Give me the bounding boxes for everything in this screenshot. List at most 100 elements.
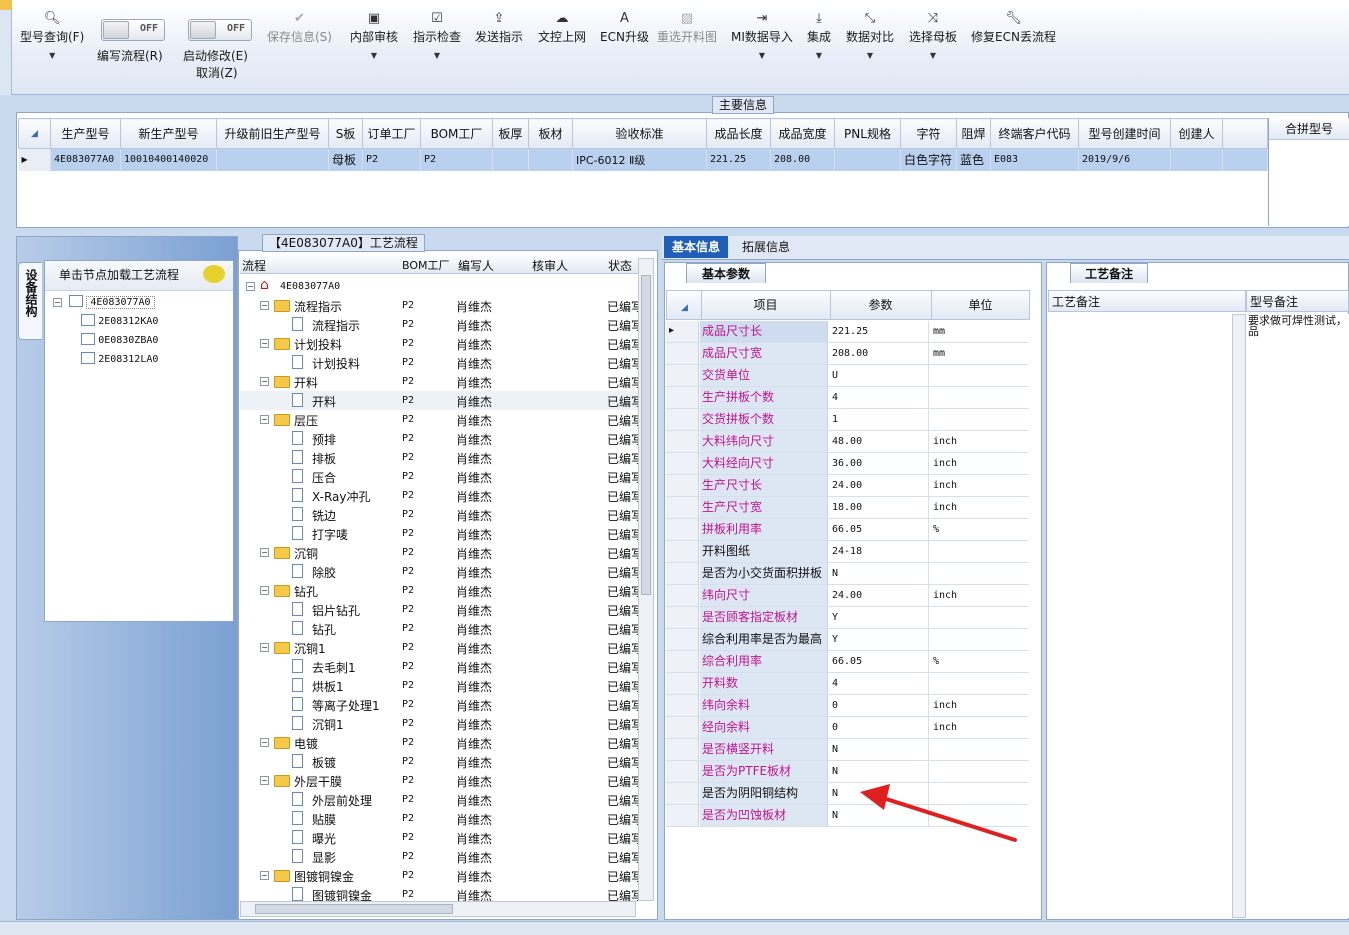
flow-hscroll[interactable] — [240, 901, 636, 917]
param-row[interactable]: 成品尺寸宽 208.00 mm — [666, 343, 1029, 365]
data-compare-button[interactable]: ⤡ 数据对比 ▼ — [846, 10, 894, 60]
cell-bom-factory[interactable]: P2 — [420, 148, 493, 171]
save-button[interactable]: ✔ 保存信息(S) — [267, 10, 332, 45]
param-value[interactable]: 24-18 — [829, 541, 929, 562]
scroll-thumb[interactable] — [255, 904, 453, 914]
param-unit[interactable]: inch — [930, 431, 1028, 452]
flow-row[interactable]: 图镀铜镍金 P2 肖维杰 已编写 — [240, 885, 638, 901]
fix-ecn-button[interactable]: 🔧︎ 修复ECN丢流程 — [971, 10, 1056, 45]
row-selector[interactable] — [666, 739, 699, 760]
notes-vscroll[interactable] — [1232, 314, 1246, 918]
param-value[interactable]: 4 — [829, 673, 929, 694]
flow-row[interactable]: − 计划投料 P2 肖维杰 已编写 — [240, 334, 638, 353]
param-value[interactable]: Y — [829, 607, 929, 628]
param-row[interactable]: 开料图纸 24-18 — [666, 541, 1029, 563]
select-master-button[interactable]: ⤨ 选择母板 ▼ — [909, 10, 957, 60]
tab-equipment-structure[interactable]: 设备结构 — [18, 262, 42, 340]
row-selector[interactable] — [666, 343, 699, 364]
flow-row[interactable]: 预排 P2 肖维杰 已编写 — [240, 429, 638, 448]
param-value[interactable]: 24.00 — [829, 585, 929, 606]
tab-extended-info[interactable]: 拓展信息 — [734, 236, 798, 258]
param-unit[interactable] — [930, 387, 1028, 408]
param-row[interactable]: 生产尺寸宽 18.00 inch — [666, 497, 1029, 519]
cell-length[interactable]: 221.25 — [706, 148, 771, 171]
param-row[interactable]: 开料数 4 — [666, 673, 1029, 695]
collapse-icon[interactable]: − — [260, 586, 269, 595]
integrate-button[interactable]: ⤓ 集成 ▼ — [807, 10, 831, 60]
param-unit[interactable]: inch — [930, 497, 1028, 518]
collapse-icon[interactable]: − — [260, 415, 269, 424]
param-value[interactable]: N — [829, 563, 929, 584]
row-selector[interactable] — [666, 475, 699, 496]
row-selector[interactable] — [666, 695, 699, 716]
col-creator[interactable]: 创建人 — [1170, 118, 1223, 149]
cell-customer[interactable]: E083 — [990, 148, 1079, 171]
row-selector-header[interactable]: ◢ — [681, 303, 688, 313]
param-unit[interactable]: % — [930, 651, 1028, 672]
col-item[interactable]: 项目 — [701, 291, 829, 319]
param-row[interactable]: 大料经向尺寸 36.00 inch — [666, 453, 1029, 475]
col-created[interactable]: 型号创建时间 — [1078, 118, 1171, 149]
flow-row[interactable]: − 外层干膜 P2 肖维杰 已编写 — [240, 771, 638, 790]
flow-row[interactable]: − 沉铜1 P2 肖维杰 已编写 — [240, 638, 638, 657]
param-row[interactable]: 生产拼板个数 4 — [666, 387, 1029, 409]
param-unit[interactable]: inch — [930, 695, 1028, 716]
param-unit[interactable] — [930, 629, 1028, 650]
chevron-down-icon[interactable]: ▼ — [846, 51, 894, 60]
cell-width[interactable]: 208.00 — [770, 148, 835, 171]
col-length[interactable]: 成品长度 — [706, 118, 771, 149]
col-writer[interactable]: 编写人 — [458, 257, 494, 274]
col-thickness[interactable]: 板厚 — [492, 118, 529, 149]
flow-row[interactable]: − ⌂ 4E083077A0 — [240, 277, 638, 296]
flow-row[interactable]: 流程指示 P2 肖维杰 已编写 — [240, 315, 638, 334]
flow-row[interactable]: 显影 P2 肖维杰 已编写 — [240, 847, 638, 866]
model-notes-field[interactable]: 要求做可焊性测试，品 — [1246, 314, 1349, 918]
param-row[interactable]: 是否横竖开料 N — [666, 739, 1029, 761]
param-unit[interactable] — [930, 541, 1028, 562]
write-flow-toggle[interactable]: OFF — [101, 19, 165, 41]
flow-row[interactable]: 外层前处理 P2 肖维杰 已编写 — [240, 790, 638, 809]
row-selector[interactable] — [666, 497, 699, 518]
param-unit[interactable]: inch — [930, 475, 1028, 496]
collapse-icon[interactable]: − — [246, 282, 255, 291]
cell-s-board[interactable]: 母板 — [328, 148, 363, 171]
param-unit[interactable]: inch — [930, 585, 1028, 606]
flow-row[interactable]: 除胶 P2 肖维杰 已编写 — [240, 562, 638, 581]
col-mask[interactable]: 阻焊 — [956, 118, 991, 149]
cell-new-model[interactable]: 10010400140020 — [120, 148, 217, 171]
flow-row[interactable]: 计划投料 P2 肖维杰 已编写 — [240, 353, 638, 372]
enable-edit-toggle[interactable]: OFF — [188, 19, 252, 41]
row-selector[interactable] — [666, 629, 699, 650]
chevron-down-icon[interactable]: ▼ — [350, 51, 398, 60]
row-selector[interactable] — [666, 761, 699, 782]
flow-row[interactable]: − 钻孔 P2 肖维杰 已编写 — [240, 581, 638, 600]
param-row[interactable]: 拼板利用率 66.05% — [666, 519, 1029, 541]
row-selector[interactable] — [666, 717, 699, 738]
ecn-upgrade-button[interactable]: A ECN升级 — [600, 10, 649, 45]
param-value[interactable]: U — [829, 365, 929, 386]
param-unit[interactable] — [930, 409, 1028, 430]
row-selector[interactable] — [666, 365, 699, 386]
param-value[interactable]: 1 — [829, 409, 929, 430]
flow-vscroll[interactable] — [638, 258, 654, 901]
param-unit[interactable] — [930, 607, 1028, 628]
param-unit[interactable]: mm — [930, 343, 1028, 364]
tab-process-notes[interactable]: 工艺备注 — [1070, 263, 1148, 283]
param-value[interactable]: 221.25 — [829, 321, 929, 342]
param-unit[interactable] — [930, 365, 1028, 386]
collapse-icon[interactable]: − — [260, 738, 269, 747]
param-value[interactable]: 18.00 — [829, 497, 929, 518]
query-button[interactable]: 🔍︎ 型号查询(F) ▼ — [20, 10, 84, 60]
col-bom[interactable]: BOM工厂 — [402, 257, 450, 273]
collapse-icon[interactable]: − — [260, 643, 269, 652]
param-value[interactable]: 4 — [829, 387, 929, 408]
flow-row[interactable]: − 电镀 P2 肖维杰 已编写 — [240, 733, 638, 752]
col-s-board[interactable]: S板 — [328, 118, 363, 149]
col-status[interactable]: 状态 — [608, 257, 632, 274]
table-row[interactable]: ▶ 4E083077A0 10010400140020 母板 P2 P2 IPC… — [18, 148, 1268, 171]
param-row[interactable]: 交货拼板个数 1 — [666, 409, 1029, 431]
process-notes-field[interactable] — [1048, 314, 1234, 918]
param-value[interactable]: N — [829, 739, 929, 760]
row-selector[interactable] — [666, 651, 699, 672]
param-value[interactable]: 66.05 — [829, 519, 929, 540]
